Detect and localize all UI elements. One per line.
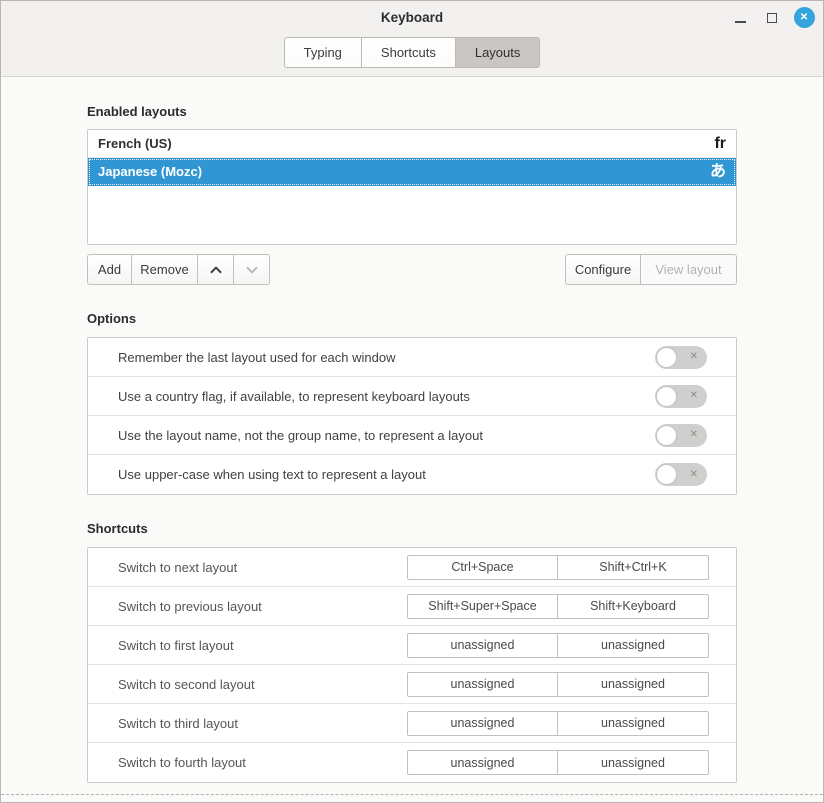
keybinding-button[interactable]: unassigned <box>407 633 558 658</box>
toggle-off-icon: ✕ <box>690 430 698 440</box>
shortcut-label: Switch to first layout <box>118 638 407 653</box>
minimize-icon <box>735 21 746 23</box>
add-layout-button[interactable]: Add <box>87 254 132 285</box>
shortcut-label: Switch to fourth layout <box>118 755 407 770</box>
window-title: Keyboard <box>1 1 823 34</box>
shortcut-row: Switch to second layoutunassignedunassig… <box>88 665 736 704</box>
keybinding-button[interactable]: Shift+Keyboard <box>558 594 709 619</box>
move-up-button[interactable] <box>198 254 234 285</box>
tab-bar: TypingShortcutsLayouts <box>284 37 541 68</box>
chevron-up-icon <box>208 262 224 278</box>
shortcuts-heading: Shortcuts <box>87 521 737 536</box>
shortcut-row: Switch to first layoutunassignedunassign… <box>88 626 736 665</box>
options-box: Remember the last layout used for each w… <box>87 337 737 495</box>
toggle-off-icon: ✕ <box>690 470 698 480</box>
chevron-down-icon <box>244 262 260 278</box>
layout-actions: Add Remove Configure View layout <box>87 254 737 285</box>
toggle-switch[interactable]: ✕ <box>655 385 707 408</box>
keybinding-group: unassignedunassigned <box>407 711 709 736</box>
move-down-button[interactable] <box>234 254 270 285</box>
shortcut-label: Switch to second layout <box>118 677 407 692</box>
layout-edit-group: Add Remove <box>87 254 270 285</box>
keybinding-button[interactable]: unassigned <box>558 633 709 658</box>
toggle-off-icon: ✕ <box>690 391 698 401</box>
keybinding-group: unassignedunassigned <box>407 672 709 697</box>
view-layout-button[interactable]: View layout <box>641 254 737 285</box>
layout-name: French (US) <box>98 136 714 151</box>
toggle-off-icon: ✕ <box>690 352 698 362</box>
option-label: Remember the last layout used for each w… <box>118 350 655 365</box>
option-row: Use a country flag, if available, to rep… <box>88 377 736 416</box>
window-header: Keyboard ✕ TypingShortcutsLayouts <box>1 1 823 77</box>
keybinding-button[interactable]: unassigned <box>407 672 558 697</box>
keybinding-button[interactable]: Shift+Ctrl+K <box>558 555 709 580</box>
layouts-page: Enabled layouts French (US)frJapanese (M… <box>1 104 823 783</box>
close-icon: ✕ <box>794 7 815 28</box>
shortcut-label: Switch to next layout <box>118 560 407 575</box>
shortcut-row: Switch to fourth layoutunassignedunassig… <box>88 743 736 782</box>
keybinding-group: unassignedunassigned <box>407 750 709 775</box>
keybinding-button[interactable]: unassigned <box>558 672 709 697</box>
keybinding-button[interactable]: unassigned <box>558 711 709 736</box>
layout-row[interactable]: French (US)fr <box>88 130 736 158</box>
tab-typing[interactable]: Typing <box>284 37 362 68</box>
toggle-knob <box>656 464 677 485</box>
titlebar[interactable]: Keyboard ✕ <box>1 1 823 34</box>
maximize-button[interactable] <box>761 7 783 29</box>
shortcut-row: Switch to previous layoutShift+Super+Spa… <box>88 587 736 626</box>
keybinding-button[interactable]: Shift+Super+Space <box>407 594 558 619</box>
option-label: Use the layout name, not the group name,… <box>118 428 655 443</box>
option-row: Use the layout name, not the group name,… <box>88 416 736 455</box>
layout-row[interactable]: Japanese (Mozc)あ <box>88 158 736 186</box>
keybinding-button[interactable]: Ctrl+Space <box>407 555 558 580</box>
keybinding-group: unassignedunassigned <box>407 633 709 658</box>
shortcut-row: Switch to next layoutCtrl+SpaceShift+Ctr… <box>88 548 736 587</box>
tab-shortcuts[interactable]: Shortcuts <box>362 37 456 68</box>
tab-layouts[interactable]: Layouts <box>456 37 541 68</box>
close-button[interactable]: ✕ <box>793 7 815 29</box>
maximize-icon <box>767 13 777 23</box>
keybinding-button[interactable]: unassigned <box>558 750 709 775</box>
enabled-layouts-heading: Enabled layouts <box>87 104 737 119</box>
layout-config-group: Configure View layout <box>565 254 737 285</box>
keybinding-button[interactable]: unassigned <box>407 711 558 736</box>
option-row: Remember the last layout used for each w… <box>88 338 736 377</box>
minimize-button[interactable] <box>729 7 751 29</box>
option-label: Use upper-case when using text to repres… <box>118 467 655 482</box>
keybinding-button[interactable]: unassigned <box>407 750 558 775</box>
shortcut-label: Switch to previous layout <box>118 599 407 614</box>
layout-indicator-icon: fr <box>714 136 726 152</box>
layout-list: French (US)frJapanese (Mozc)あ <box>87 129 737 245</box>
layout-indicator-icon: あ <box>710 164 726 180</box>
toggle-switch[interactable]: ✕ <box>655 346 707 369</box>
keybinding-group: Ctrl+SpaceShift+Ctrl+K <box>407 555 709 580</box>
tab-bar-container: TypingShortcutsLayouts <box>1 34 823 76</box>
shortcut-label: Switch to third layout <box>118 716 407 731</box>
toggle-knob <box>656 386 677 407</box>
option-row: Use upper-case when using text to repres… <box>88 455 736 494</box>
remove-layout-button[interactable]: Remove <box>132 254 198 285</box>
toggle-switch[interactable]: ✕ <box>655 463 707 486</box>
toggle-knob <box>656 347 677 368</box>
shortcut-row: Switch to third layoutunassignedunassign… <box>88 704 736 743</box>
toggle-switch[interactable]: ✕ <box>655 424 707 447</box>
toggle-knob <box>656 425 677 446</box>
shortcuts-box: Switch to next layoutCtrl+SpaceShift+Ctr… <box>87 547 737 783</box>
option-label: Use a country flag, if available, to rep… <box>118 389 655 404</box>
window-controls: ✕ <box>729 1 815 34</box>
configure-button[interactable]: Configure <box>565 254 641 285</box>
layout-name: Japanese (Mozc) <box>98 164 710 179</box>
scroll-edge-indicator <box>1 794 823 795</box>
options-heading: Options <box>87 311 737 326</box>
keybinding-group: Shift+Super+SpaceShift+Keyboard <box>407 594 709 619</box>
